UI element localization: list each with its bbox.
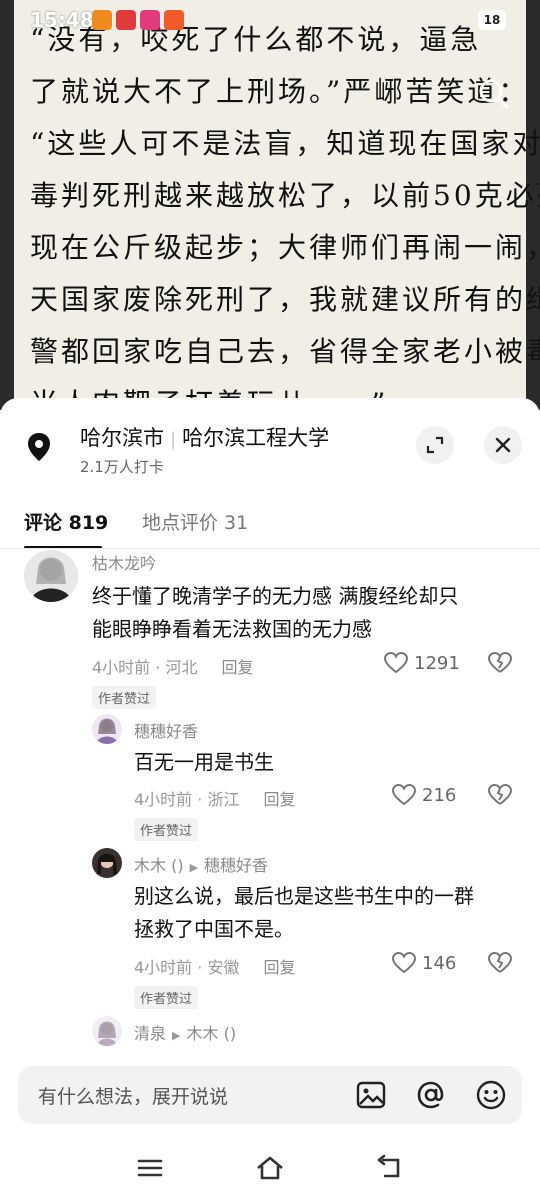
avatar[interactable] <box>92 714 122 744</box>
comment-username[interactable]: 枯木龙吟 <box>92 550 156 574</box>
search-icon[interactable] <box>476 76 512 112</box>
notification-icons <box>92 10 184 30</box>
book-line: 现在公斤级起步；大律师们再闹一闹，哪 <box>30 231 540 264</box>
book-line: 毒判死刑越来越放松了，以前50克必死， <box>30 179 540 212</box>
author-liked-tag: 作者赞过 <box>134 818 199 841</box>
author-liked-tag: 作者赞过 <box>92 686 157 709</box>
comment-meta: 4小时前 · 河北 回复 <box>92 654 253 678</box>
reply-button[interactable]: 回复 <box>263 790 295 809</box>
comment-username-line: 清泉 ▶ 木木 () <box>134 1020 236 1044</box>
comment-username[interactable]: 木木 () <box>134 856 184 875</box>
broken-heart-icon[interactable] <box>487 651 513 675</box>
home-icon[interactable] <box>254 1154 286 1182</box>
system-nav-bar <box>0 1140 540 1200</box>
comment-username[interactable]: 穗穗好香 <box>134 718 198 742</box>
book-line: 了就说大不了上刑场。”严峫苦笑道： <box>30 75 530 108</box>
reply-arrow-icon: ▶ <box>172 1029 181 1042</box>
tab-comments[interactable]: 评论 819 <box>24 508 108 535</box>
like-count: 146 <box>422 952 457 974</box>
avatar[interactable] <box>92 848 122 878</box>
like-button[interactable]: 1291 <box>384 652 460 674</box>
location-pin-icon <box>28 433 50 461</box>
app-notification-icon <box>92 10 112 30</box>
app-notification-icon <box>140 10 160 30</box>
back-icon[interactable] <box>374 1154 406 1182</box>
reply-button[interactable]: 回复 <box>221 658 253 677</box>
tab-place-reviews[interactable]: 地点评价 31 <box>142 508 248 535</box>
book-text: “没有，咬死了什么都不说，逼急 了就说大不了上刑场。”严峫苦笑道： “这些人可不… <box>30 14 540 410</box>
app-notification-icon <box>164 10 184 30</box>
emoji-icon[interactable] <box>474 1078 508 1112</box>
book-line: “这些人可不是法盲，知道现在国家对贩 <box>30 127 540 160</box>
at-icon[interactable] <box>414 1078 448 1112</box>
comment-meta: 4小时前 · 安徽 回复 <box>134 954 295 978</box>
battery-indicator: 18 <box>478 10 506 30</box>
heart-icon <box>384 652 408 674</box>
comment-input-bar[interactable]: 有什么想法，展开说说 <box>18 1066 522 1124</box>
author-liked-tag: 作者赞过 <box>134 986 199 1009</box>
app-notification-icon <box>116 10 136 30</box>
reply-button[interactable]: 回复 <box>263 958 295 977</box>
like-count: 1291 <box>414 652 460 674</box>
reply-item: 木木 () ▶ 穗穗好香 别这么说，最后也是这些书生中的一群 拯救了中国不是。 4小… <box>0 848 540 1009</box>
like-button[interactable]: 216 <box>392 784 456 806</box>
location-title[interactable]: 哈尔滨市 | 哈尔滨工程大学 <box>80 422 329 452</box>
avatar[interactable] <box>92 1016 122 1046</box>
reply-to-username[interactable]: 穗穗好香 <box>204 856 268 875</box>
status-bar: 15:48 18 <box>0 0 540 40</box>
broken-heart-icon[interactable] <box>487 951 513 975</box>
expand-button[interactable] <box>416 426 454 464</box>
reply-to-username[interactable]: 木木 () <box>186 1024 236 1043</box>
city-name: 哈尔滨市 <box>80 426 164 450</box>
comment-time-location: 4小时前 · 安徽 <box>134 958 240 977</box>
image-icon[interactable] <box>354 1078 388 1112</box>
comment-text: 终于懂了晚清学子的无力感 满腹经纶却只 能眼睁睁看着无法救国的无力感 <box>92 584 459 641</box>
reply-item: 穗穗好香 百无一用是书生 4小时前 · 浙江 回复 216 作者赞过 <box>0 714 540 844</box>
close-button[interactable] <box>484 426 522 464</box>
heart-icon <box>392 784 416 806</box>
divider <box>0 548 540 549</box>
comment-time-location: 4小时前 · 河北 <box>92 658 198 677</box>
comment-text: 别这么说，最后也是这些书生中的一群 拯救了中国不是。 <box>134 884 474 941</box>
reader-background: “没有，咬死了什么都不说，逼急 了就说大不了上刑场。”严峫苦笑道： “这些人可不… <box>0 0 540 410</box>
close-icon <box>495 437 511 453</box>
like-button[interactable]: 146 <box>392 952 456 974</box>
comment-list[interactable]: 枯木龙吟 终于懂了晚清学子的无力感 满腹经纶却只 能眼睁睁看着无法救国的无力感 … <box>0 550 540 1050</box>
avatar[interactable] <box>24 550 78 602</box>
place-name: 哈尔滨工程大学 <box>182 426 330 450</box>
location-comments-sheet: 哈尔滨市 | 哈尔滨工程大学 2.1万人打卡 评论 819 地点评价 31 枯木龙吟… <box>0 398 540 1200</box>
comment-text: 百无一用是书生 <box>134 750 274 774</box>
heart-icon <box>392 952 416 974</box>
comment-item: 枯木龙吟 终于懂了晚清学子的无力感 满腹经纶却只 能眼睁睁看着无法救国的无力感 … <box>0 550 540 710</box>
comment-username-line: 木木 () ▶ 穗穗好香 <box>134 852 268 876</box>
broken-heart-icon[interactable] <box>487 783 513 807</box>
book-line: 天国家废除死刑了，我就建议所有的缉毒 <box>30 283 540 316</box>
comment-input[interactable]: 有什么想法，展开说说 <box>38 1082 228 1109</box>
comment-username[interactable]: 清泉 <box>134 1024 166 1043</box>
tab-bar: 评论 819 地点评价 31 <box>24 508 524 549</box>
reply-item: 清泉 ▶ 木木 () <box>0 1016 540 1050</box>
comment-meta: 4小时前 · 浙江 回复 <box>134 786 295 810</box>
like-count: 216 <box>422 784 457 806</box>
comment-time-location: 4小时前 · 浙江 <box>134 790 240 809</box>
reply-arrow-icon: ▶ <box>189 861 199 874</box>
expand-icon <box>426 436 444 454</box>
status-time: 15:48 <box>30 8 94 32</box>
menu-icon[interactable] <box>134 1154 166 1182</box>
book-line: 警都回家吃自己去，省得全家老小被毒贩 <box>30 335 540 368</box>
checkin-count: 2.1万人打卡 <box>80 458 164 476</box>
